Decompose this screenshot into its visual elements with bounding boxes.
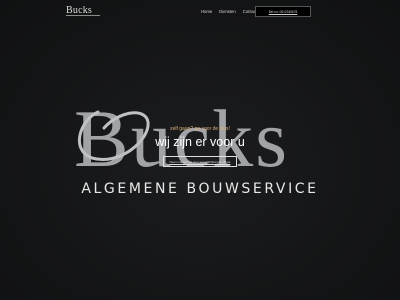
hero-logo: Bucks [74,93,287,184]
hero-tagline: zelf gaan? ga voor de klus! [170,126,230,132]
hero-subtitle: ALGEMENE BOUWSERVICE [81,181,319,197]
page: Bucks Home Diensten Contact Bel nu: 0612… [0,0,400,300]
hero-headline: wij zijn er voor u [155,135,245,149]
contact-button[interactable]: Neem contact op voor een vrijblijvende o… [163,156,237,167]
